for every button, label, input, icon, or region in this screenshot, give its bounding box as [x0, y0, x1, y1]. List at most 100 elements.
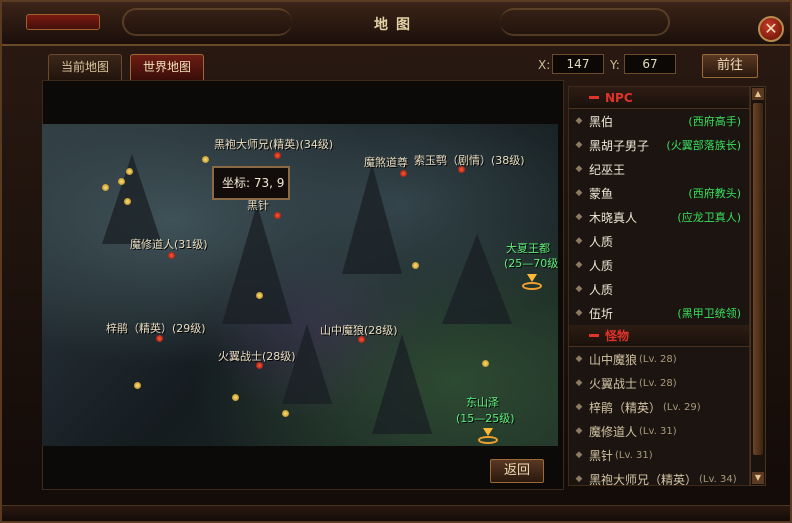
coordinate-tooltip: 坐标: 73, 9 — [212, 166, 290, 200]
portal-icon[interactable] — [478, 428, 498, 444]
npc-marker[interactable] — [124, 198, 131, 205]
monster-name: 黑针 — [589, 448, 614, 463]
monster-marker[interactable] — [274, 152, 281, 159]
npc-marker[interactable] — [282, 410, 289, 417]
list-scrollbar[interactable]: ▲ ▼ — [750, 86, 766, 486]
map-label: 魔修道人(31级) — [130, 238, 208, 251]
npc-marker[interactable] — [134, 382, 141, 389]
npc-list-item[interactable]: ◆ 黑伯 (西府高手) — [569, 109, 749, 133]
npc-title: (西府高手) — [688, 115, 741, 128]
monster-list: ◆ 山中魔狼 (Lv. 28) ◆ 火翼战士 (Lv. 28) ◆ 梓鹃（精英） (Lv. 29… — [569, 347, 749, 486]
map-label: 魔煞道尊 — [364, 156, 408, 169]
scroll-up-icon[interactable]: ▲ — [752, 88, 764, 100]
map-label: 黑袍大师兄(精英)(34级) — [214, 138, 334, 151]
world-map-canvas[interactable]: 黑袍大师兄(精英)(34级) 魔煞道尊 索玉鹗（剧情）(38级) 黑针 魔修道人… — [42, 124, 558, 446]
bullet-icon: ◆ — [575, 308, 583, 318]
bottom-strip — [2, 505, 790, 521]
npc-name: 蒙鱼 — [589, 186, 614, 201]
map-rock — [372, 334, 432, 434]
monster-level: (Lv. 28) — [639, 377, 677, 389]
npc-marker[interactable] — [202, 156, 209, 163]
npc-marker[interactable] — [482, 360, 489, 367]
x-coordinate-input[interactable]: 147 — [552, 54, 604, 74]
map-entity-list: NPC ◆ 黑伯 (西府高手) ◆ 黑胡子男子 (火翼部落族长) ◆ 纪巫王 ◆ 蒙鱼 (西府教头)… — [568, 86, 750, 486]
monster-list-item[interactable]: ◆ 魔修道人 (Lv. 31) — [569, 419, 749, 443]
window-title: 地图 — [374, 17, 418, 33]
monster-name: 山中魔狼 — [589, 352, 638, 367]
bullet-icon: ◆ — [575, 378, 583, 388]
monster-name: 梓鹃（精英） — [589, 400, 662, 415]
monster-list-item[interactable]: ◆ 梓鹃（精英） (Lv. 29) — [569, 395, 749, 419]
npc-name: 黑胡子男子 — [589, 138, 650, 153]
npc-list-item[interactable]: ◆ 人质 — [569, 253, 749, 277]
npc-marker[interactable] — [412, 262, 419, 269]
npc-list-item[interactable]: ◆ 伍圻 (黑甲卫统领) — [569, 301, 749, 325]
npc-list-item[interactable]: ◆ 人质 — [569, 277, 749, 301]
bullet-icon: ◆ — [575, 236, 583, 246]
tab-world-map[interactable]: 世界地图 — [130, 54, 205, 80]
monster-marker[interactable] — [156, 335, 163, 342]
monster-level: (Lv. 28) — [639, 353, 677, 365]
monster-marker[interactable] — [274, 212, 281, 219]
portal-icon[interactable] — [522, 274, 542, 290]
bullet-icon: ◆ — [575, 116, 583, 126]
section-dash-icon — [589, 334, 599, 337]
monster-list-item[interactable]: ◆ 火翼战士 (Lv. 28) — [569, 371, 749, 395]
bullet-icon: ◆ — [575, 164, 583, 174]
close-icon[interactable]: ✕ — [758, 16, 784, 42]
npc-section-header[interactable]: NPC — [569, 87, 749, 109]
npc-title: (火翼部落族长) — [666, 139, 741, 152]
monster-name: 火翼战士 — [589, 376, 638, 391]
npc-list-item[interactable]: ◆ 人质 — [569, 229, 749, 253]
world-map-window: 地图 ✕ 当前地图 世界地图 X: 147 Y: 67 前往 黑袍大师兄(精英)… — [0, 0, 792, 523]
npc-marker[interactable] — [102, 184, 109, 191]
npc-title: (应龙卫真人) — [677, 211, 741, 224]
scroll-down-icon[interactable]: ▼ — [752, 472, 764, 484]
back-button[interactable]: 返回 — [490, 459, 544, 483]
bullet-icon: ◆ — [575, 402, 583, 412]
monster-marker[interactable] — [458, 166, 465, 173]
section-dash-icon — [589, 96, 599, 99]
npc-marker[interactable] — [118, 178, 125, 185]
bullet-icon: ◆ — [575, 284, 583, 294]
portal-name: 大夏王都 — [506, 242, 550, 255]
map-rock — [102, 154, 162, 244]
scroll-thumb[interactable] — [753, 103, 763, 455]
x-label: X: — [538, 58, 551, 72]
npc-name: 人质 — [589, 258, 614, 273]
monster-section-header[interactable]: 怪物 — [569, 325, 749, 347]
monster-name: 魔修道人 — [589, 424, 638, 439]
npc-list-item[interactable]: ◆ 木晓真人 (应龙卫真人) — [569, 205, 749, 229]
monster-list-item[interactable]: ◆ 山中魔狼 (Lv. 28) — [569, 347, 749, 371]
npc-list-item[interactable]: ◆ 纪巫王 — [569, 157, 749, 181]
bullet-icon: ◆ — [575, 474, 583, 484]
y-label: Y: — [610, 58, 620, 72]
map-rock — [222, 204, 292, 324]
monster-list-item[interactable]: ◆ 黑袍大师兄（精英） (Lv. 34) — [569, 467, 749, 486]
npc-marker[interactable] — [232, 394, 239, 401]
npc-name: 人质 — [589, 282, 614, 297]
y-coordinate-input[interactable]: 67 — [624, 54, 676, 74]
monster-list-item[interactable]: ◆ 黑针 (Lv. 31) — [569, 443, 749, 467]
npc-name: 人质 — [589, 234, 614, 249]
tab-current-map[interactable]: 当前地图 — [48, 54, 123, 80]
npc-marker[interactable] — [256, 292, 263, 299]
bullet-icon: ◆ — [575, 426, 583, 436]
monster-marker[interactable] — [168, 252, 175, 259]
monster-marker[interactable] — [256, 362, 263, 369]
npc-name: 黑伯 — [589, 114, 614, 129]
go-button[interactable]: 前往 — [702, 54, 758, 78]
monster-level: (Lv. 31) — [615, 449, 653, 461]
titlebar[interactable]: 地图 ✕ — [2, 2, 790, 46]
monster-marker[interactable] — [400, 170, 407, 177]
bullet-icon: ◆ — [575, 260, 583, 270]
monster-name: 黑袍大师兄（精英） — [589, 472, 698, 486]
npc-list-item[interactable]: ◆ 黑胡子男子 (火翼部落族长) — [569, 133, 749, 157]
npc-list-item[interactable]: ◆ 蒙鱼 (西府教头) — [569, 181, 749, 205]
monster-marker[interactable] — [358, 336, 365, 343]
map-label: 索玉鹗（剧情）(38级) — [414, 154, 525, 167]
map-rock — [342, 164, 402, 274]
portal-name: 东山泽 — [466, 396, 499, 409]
bullet-icon: ◆ — [575, 354, 583, 364]
npc-marker[interactable] — [126, 168, 133, 175]
